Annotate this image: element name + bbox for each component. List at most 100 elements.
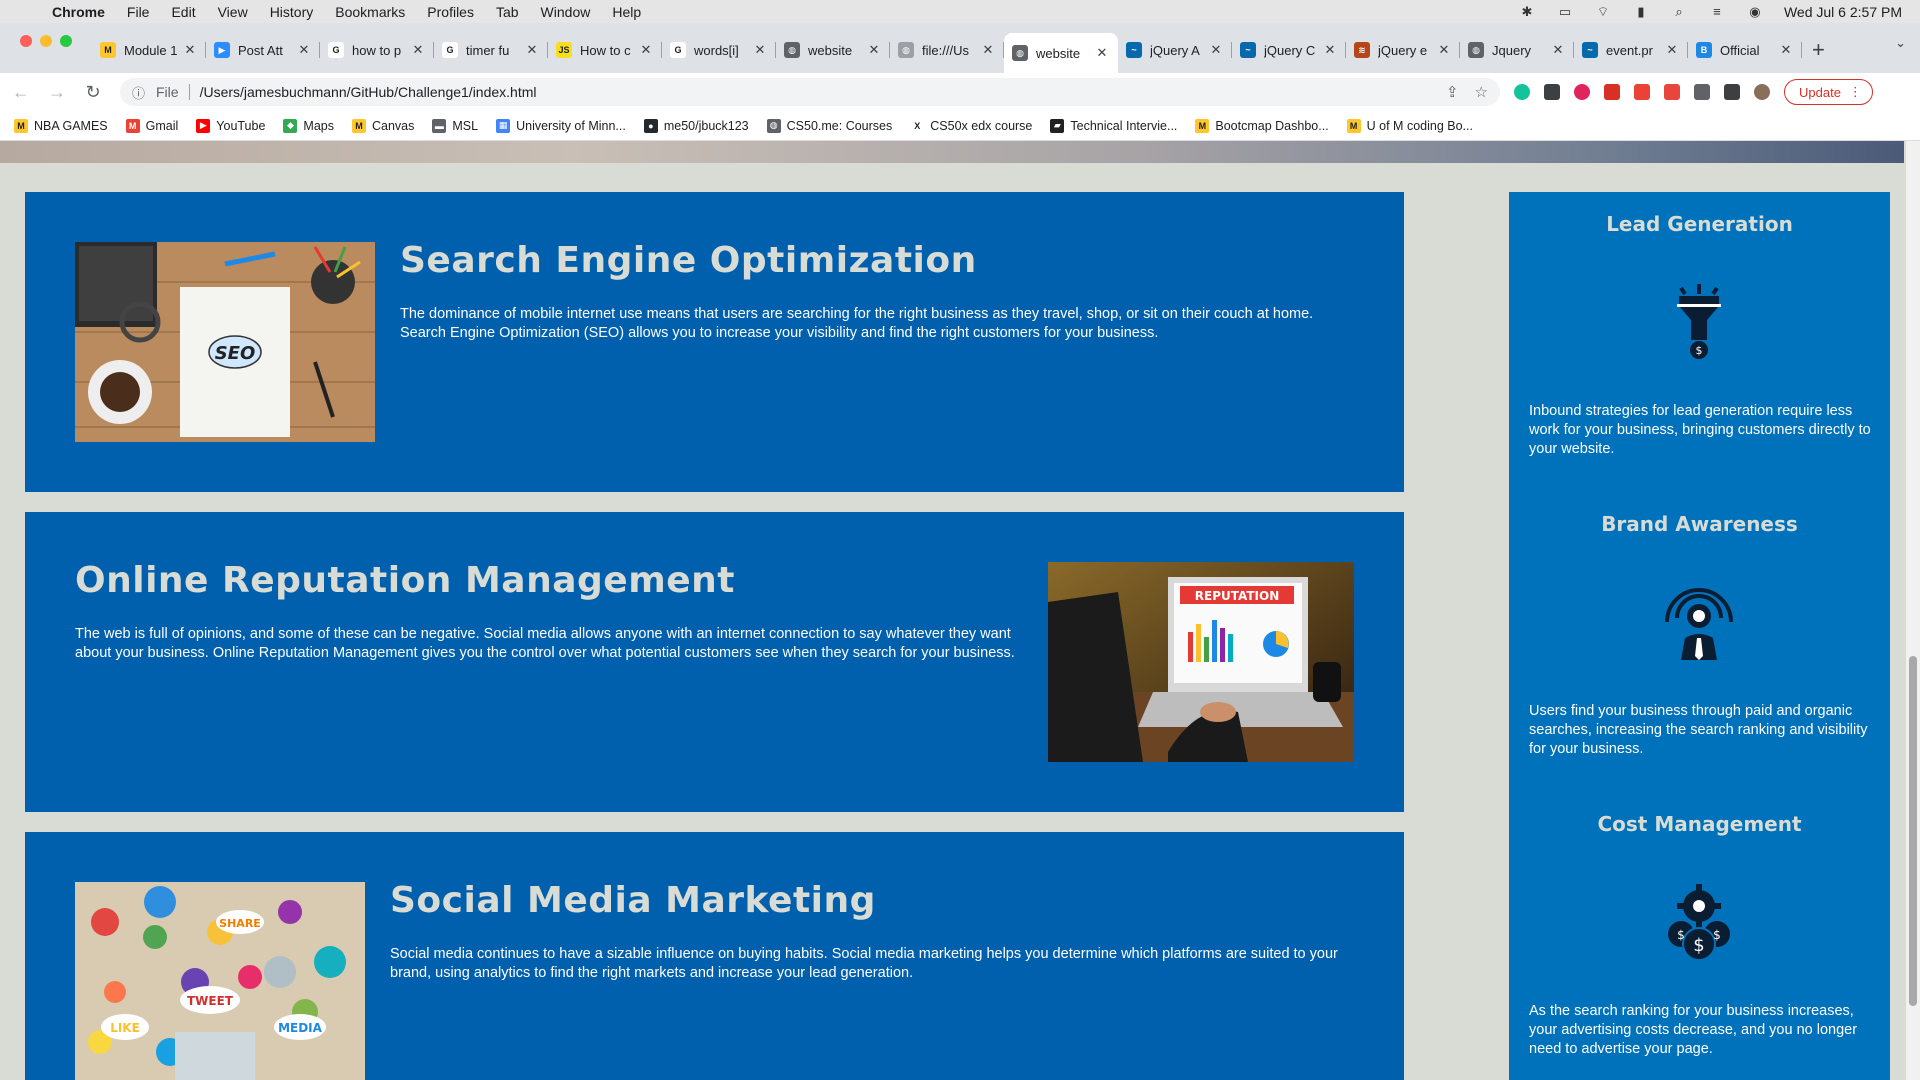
- menubar-clock[interactable]: Wed Jul 6 2:57 PM: [1784, 4, 1902, 20]
- page-scrollbar[interactable]: [1906, 141, 1920, 1080]
- bookmark-item[interactable]: ◍ CS50.me: Courses: [766, 118, 892, 133]
- tab[interactable]: ≋ jQuery e ✕: [1346, 33, 1460, 67]
- tab-close-icon[interactable]: ✕: [1094, 45, 1110, 61]
- tab[interactable]: JS How to c ✕: [548, 33, 662, 67]
- side-panel-icon[interactable]: [1724, 84, 1740, 100]
- bookmark-item[interactable]: ▬ MSL: [432, 118, 478, 133]
- tab-close-icon[interactable]: ✕: [866, 42, 882, 58]
- tab-label: website: [808, 42, 853, 58]
- bookmark-item[interactable]: M Bootcmap Dashbo...: [1195, 118, 1329, 133]
- menu-bookmarks[interactable]: Bookmarks: [335, 4, 405, 20]
- tab-close-icon[interactable]: ✕: [1322, 42, 1338, 58]
- seo-image: SEO: [75, 242, 375, 442]
- share-icon[interactable]: ⇪: [1446, 83, 1459, 101]
- tab[interactable]: ◍ Jquery ✕: [1460, 33, 1574, 67]
- tab[interactable]: ~ event.pr ✕: [1574, 33, 1688, 67]
- menu-tab[interactable]: Tab: [496, 4, 519, 20]
- tab-label: how to p: [352, 42, 402, 58]
- wifi-icon[interactable]: ⌔: [1594, 4, 1612, 19]
- control-center-icon[interactable]: ≡: [1708, 4, 1726, 19]
- gmail-extension-icon[interactable]: [1604, 84, 1620, 100]
- tab-close-icon[interactable]: ✕: [1778, 42, 1794, 58]
- tab-close-icon[interactable]: ✕: [638, 42, 654, 58]
- ublock-extension-icon[interactable]: [1574, 84, 1590, 100]
- tab[interactable]: M Module 1 ✕: [92, 33, 206, 67]
- menu-help[interactable]: Help: [612, 4, 641, 20]
- close-window-button[interactable]: [20, 35, 32, 47]
- bookmark-item[interactable]: ▶ YouTube: [196, 118, 265, 133]
- siri-icon[interactable]: ◉: [1746, 4, 1764, 19]
- bookmark-item[interactable]: M NBA GAMES: [14, 118, 108, 133]
- tab-label: jQuery A: [1150, 42, 1200, 58]
- site-info-icon[interactable]: ⓘ: [132, 83, 150, 102]
- cost-management-title: Cost Management: [1597, 812, 1802, 836]
- tab[interactable]: Gtimer fu ✕: [434, 33, 548, 67]
- record-extension-icon[interactable]: [1634, 84, 1650, 100]
- tab[interactable]: ◍ website ✕: [776, 33, 890, 67]
- url-text[interactable]: /Users/jamesbuchmann/GitHub/Challenge1/i…: [200, 84, 537, 100]
- minimize-window-button[interactable]: [40, 35, 52, 47]
- tab-close-icon[interactable]: ✕: [980, 42, 996, 58]
- tab-close-icon[interactable]: ✕: [524, 42, 540, 58]
- tab[interactable]: ◍ file:///Us ✕: [890, 33, 1004, 67]
- bookmark-item[interactable]: M Canvas: [352, 118, 414, 133]
- online-reputation-title: Online Reputation Management: [75, 560, 735, 601]
- tab[interactable]: ~ jQuery C ✕: [1232, 33, 1346, 67]
- more-menu-icon[interactable]: ⋮: [1849, 84, 1862, 100]
- menu-view[interactable]: View: [218, 4, 248, 20]
- tab[interactable]: B Official ✕: [1688, 33, 1802, 67]
- menu-history[interactable]: History: [270, 4, 314, 20]
- spotlight-search-icon[interactable]: ⌕: [1670, 4, 1688, 19]
- tab-close-icon[interactable]: ✕: [752, 42, 768, 58]
- tab[interactable]: Gwords[i] ✕: [662, 33, 776, 67]
- social-media-title: Social Media Marketing: [390, 880, 876, 921]
- qr-code-extension-icon[interactable]: [1544, 84, 1560, 100]
- bookmark-item[interactable]: ● me50/jbuck123: [643, 118, 749, 133]
- grammarly-extension-icon[interactable]: [1514, 84, 1530, 100]
- tab-label: How to c: [580, 42, 631, 58]
- update-button[interactable]: Update ⋮: [1784, 79, 1873, 105]
- profile-avatar[interactable]: [1754, 84, 1770, 100]
- menu-edit[interactable]: Edit: [171, 4, 195, 20]
- bookmark-item[interactable]: X CS50x edx course: [910, 118, 1033, 133]
- tab-search-chevron-icon[interactable]: ⌄: [1895, 35, 1906, 51]
- tab-close-icon[interactable]: ✕: [1436, 42, 1452, 58]
- tab[interactable]: ~ jQuery A ✕: [1118, 33, 1232, 67]
- address-bar[interactable]: ⓘ File /Users/jamesbuchmann/GitHub/Chall…: [120, 78, 1500, 106]
- tab-active[interactable]: ◍ website ✕: [1004, 33, 1118, 73]
- tab[interactable]: ▶ Post Att ✕: [206, 33, 320, 67]
- extensions-puzzle-icon[interactable]: [1694, 84, 1710, 100]
- bookmark-item[interactable]: ◆ Maps: [283, 118, 334, 133]
- tab-close-icon[interactable]: ✕: [296, 42, 312, 58]
- tab-favicon-icon: ◍: [1468, 42, 1484, 58]
- menu-app-name[interactable]: Chrome: [52, 4, 105, 20]
- new-tab-button[interactable]: +: [1812, 37, 1840, 63]
- battery-icon[interactable]: ▮: [1632, 4, 1650, 19]
- scrollbar-thumb[interactable]: [1909, 656, 1917, 1006]
- tab-close-icon[interactable]: ✕: [182, 42, 198, 58]
- bookmark-star-icon[interactable]: ☆: [1475, 83, 1488, 101]
- menu-file[interactable]: File: [127, 4, 150, 20]
- bookmark-item[interactable]: ▰ Technical Intervie...: [1050, 118, 1177, 133]
- tab-close-icon[interactable]: ✕: [1208, 42, 1224, 58]
- tab-close-icon[interactable]: ✕: [410, 42, 426, 58]
- back-button[interactable]: ←: [6, 82, 36, 103]
- menu-window[interactable]: Window: [541, 4, 591, 20]
- forward-button[interactable]: →: [42, 82, 72, 103]
- tab-close-icon[interactable]: ✕: [1550, 42, 1566, 58]
- seo-text: The dominance of mobile internet use mea…: [400, 306, 1314, 341]
- tab[interactable]: Ghow to p ✕: [320, 33, 434, 67]
- bookmark-label: CS50x edx course: [930, 118, 1033, 133]
- menu-profiles[interactable]: Profiles: [427, 4, 474, 20]
- zoom-window-button[interactable]: [60, 35, 72, 47]
- tab-close-icon[interactable]: ✕: [1664, 42, 1680, 58]
- bookmark-favicon-icon: ▰: [1050, 118, 1065, 133]
- reload-button[interactable]: ↻: [78, 82, 108, 103]
- bookmark-item[interactable]: M U of M coding Bo...: [1346, 118, 1473, 133]
- bookmark-item[interactable]: ▦ University of Minn...: [496, 118, 626, 133]
- video-extension-icon[interactable]: [1664, 84, 1680, 100]
- url-scheme-label: File: [156, 84, 179, 100]
- bookmark-item[interactable]: M Gmail: [125, 118, 178, 133]
- screen-mirroring-icon[interactable]: ▭: [1556, 4, 1574, 19]
- bluetooth-icon[interactable]: ✱: [1518, 4, 1536, 19]
